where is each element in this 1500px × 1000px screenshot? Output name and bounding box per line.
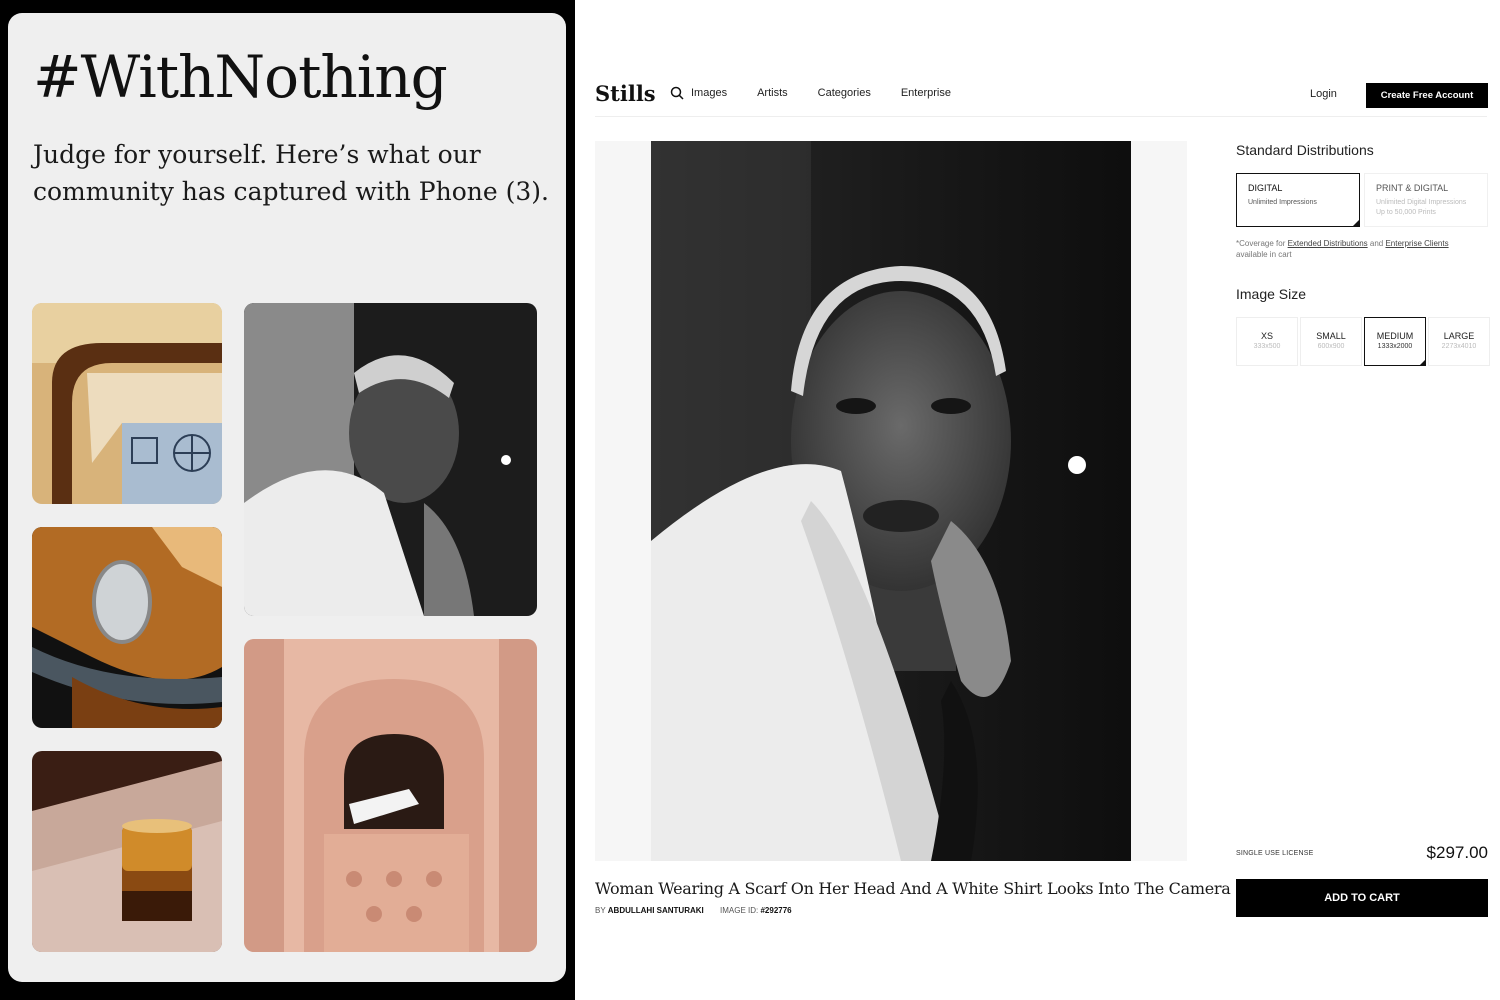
- promo-card: #WithNothing Judge for yourself. Here’s …: [8, 13, 566, 982]
- size-medium-dims: 1333x2000: [1377, 343, 1413, 350]
- nav-enterprise[interactable]: Enterprise: [901, 87, 951, 99]
- login-link[interactable]: Login: [1310, 88, 1337, 100]
- promo-headline: #WithNothing: [33, 43, 448, 111]
- nav-artists[interactable]: Artists: [757, 87, 788, 99]
- photo-tile-staircase: [32, 303, 222, 504]
- distribution-options: DIGITAL Unlimited Impressions PRINT & DI…: [1236, 173, 1492, 227]
- photo-tile-glass: [32, 751, 222, 952]
- nav-categories[interactable]: Categories: [818, 87, 871, 99]
- license-label: SINGLE USE LICENSE: [1236, 850, 1314, 857]
- nav-images[interactable]: Images: [691, 87, 727, 99]
- option-print-digital[interactable]: PRINT & DIGITAL Unlimited Digital Impres…: [1364, 173, 1488, 227]
- size-medium[interactable]: MEDIUM 1333x2000: [1364, 317, 1426, 366]
- photo-tile-car: [32, 527, 222, 728]
- main-photo[interactable]: [651, 141, 1131, 861]
- size-large-name: LARGE: [1443, 331, 1475, 341]
- size-small-dims: 600x900: [1317, 343, 1345, 350]
- distributions-title: Standard Distributions: [1236, 142, 1374, 158]
- image-id: #292776: [760, 906, 792, 915]
- size-small[interactable]: SMALL 600x900: [1300, 317, 1362, 366]
- main-photo-frame: [595, 141, 1187, 861]
- image-size-title: Image Size: [1236, 286, 1307, 302]
- size-xs-name: XS: [1260, 331, 1273, 341]
- by-label: BY: [595, 906, 606, 915]
- option-print-desc2: Up to 50,000 Prints: [1376, 209, 1436, 216]
- size-xs-dims: 333x500: [1253, 343, 1281, 350]
- extended-distributions-link[interactable]: Extended Distributions: [1288, 239, 1368, 248]
- size-xs[interactable]: XS 333x500: [1236, 317, 1298, 366]
- photo-tile-portrait: [244, 303, 537, 616]
- create-account-button[interactable]: Create Free Account: [1366, 83, 1488, 108]
- coverage-note: *Coverage for Extended Distributions and…: [1236, 238, 1476, 260]
- option-print-desc: Unlimited Digital Impressions: [1376, 199, 1467, 206]
- size-medium-name: MEDIUM: [1376, 331, 1414, 341]
- size-small-name: SMALL: [1316, 331, 1346, 341]
- size-large-dims: 2273x4010: [1441, 343, 1477, 350]
- coverage-suffix: available in cart: [1236, 250, 1292, 259]
- add-to-cart-button[interactable]: ADD TO CART: [1236, 879, 1488, 917]
- enterprise-clients-link[interactable]: Enterprise Clients: [1385, 239, 1448, 248]
- stock-photo-page: Stills Images Artists Categories Enterpr…: [575, 0, 1500, 1000]
- option-digital-name: DIGITAL: [1248, 183, 1283, 193]
- image-title: Woman Wearing A Scarf On Her Head And A …: [595, 879, 1231, 898]
- image-meta: BY ABDULLAHI SANTURAKI IMAGE ID: #292776: [595, 906, 806, 915]
- option-digital-desc: Unlimited Impressions: [1248, 199, 1317, 206]
- photo-tile-window: [244, 639, 537, 952]
- price: $297.00: [1426, 843, 1488, 862]
- option-digital[interactable]: DIGITAL Unlimited Impressions: [1236, 173, 1360, 227]
- size-large[interactable]: LARGE 2273x4010: [1428, 317, 1490, 366]
- author-link[interactable]: ABDULLAHI SANTURAKI: [608, 906, 704, 915]
- promo-subtitle: Judge for yourself. Here’s what our comm…: [33, 140, 549, 206]
- size-options: XS 333x500 SMALL 600x900 MEDIUM 1333x200…: [1236, 317, 1492, 366]
- option-print-name: PRINT & DIGITAL: [1376, 183, 1449, 193]
- coverage-prefix: *Coverage for: [1236, 239, 1286, 248]
- coverage-and: and: [1369, 239, 1384, 248]
- search-icon[interactable]: [670, 86, 684, 100]
- header-divider: [595, 116, 1487, 117]
- main-nav: Images Artists Categories Enterprise: [670, 86, 981, 100]
- site-logo[interactable]: Stills: [595, 81, 656, 106]
- image-id-label: IMAGE ID:: [720, 906, 759, 915]
